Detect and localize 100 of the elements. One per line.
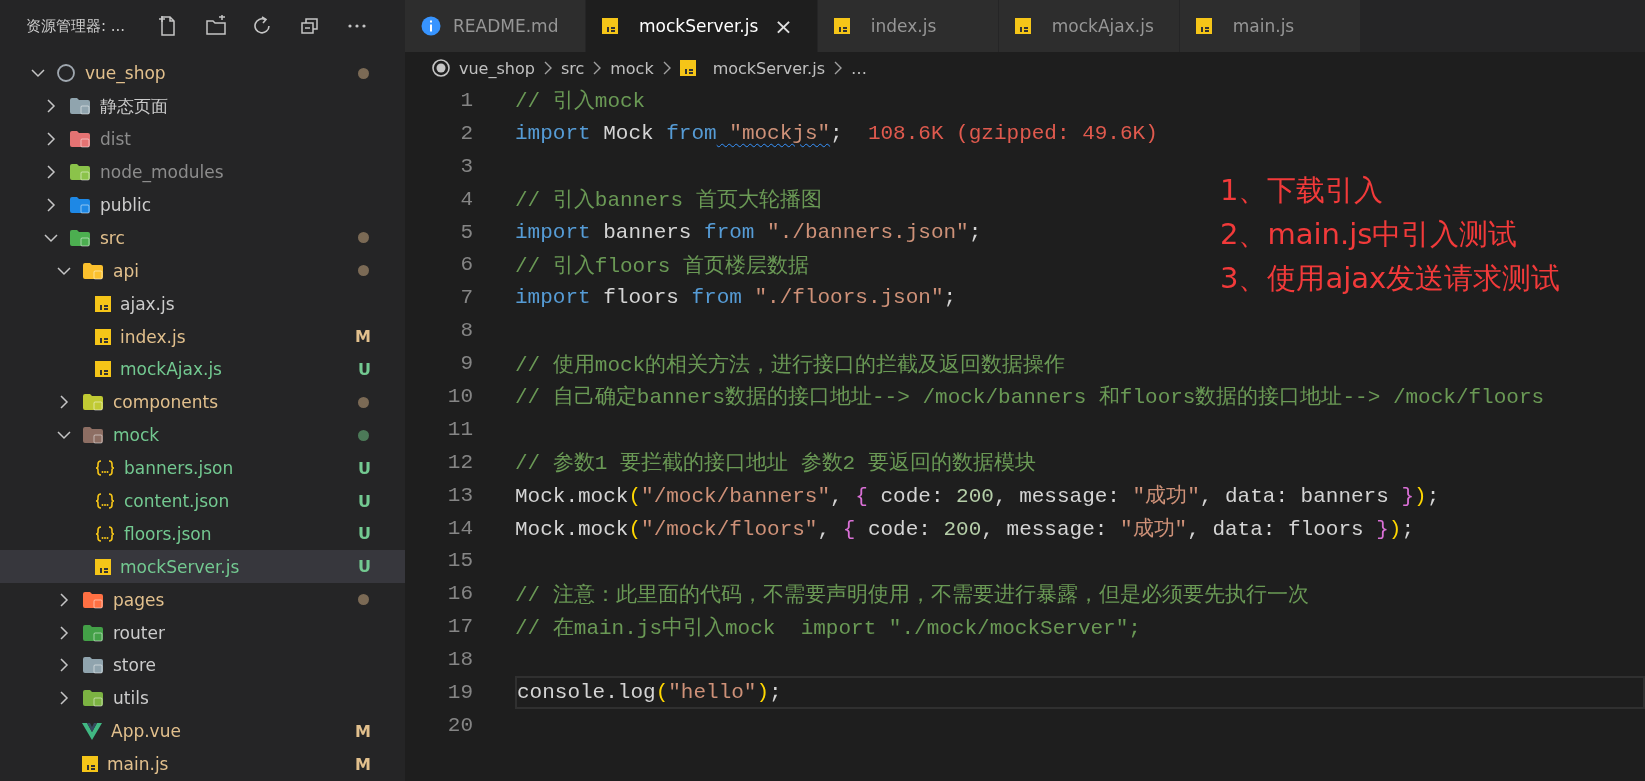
code-line: // 使用mock的相关方法，进行接口的拦截及返回数据操作 <box>515 352 1066 378</box>
editor-tab[interactable]: mockAjax.js <box>998 0 1180 52</box>
file-tree-item[interactable]: api <box>0 254 405 288</box>
line-number: 16 <box>446 582 473 606</box>
file-tree-item[interactable]: mock <box>0 418 405 452</box>
line-number: 3 <box>459 154 473 178</box>
git-status-letter: U <box>358 524 371 544</box>
code-line: import Mock from "mockjs"; 108.6K (gzipped: 49.6K) <box>515 121 1158 145</box>
breadcrumb-item[interactable]: vue_shop <box>459 58 535 78</box>
js-file-icon <box>679 60 696 76</box>
line-number: 9 <box>459 352 473 376</box>
file-tree-item[interactable]: mockServer.js U <box>0 550 405 584</box>
line-number: 1 <box>459 88 473 112</box>
file-tree-item[interactable]: vue_shop <box>0 57 405 90</box>
line-number: 12 <box>446 450 473 474</box>
line-number: 14 <box>446 516 473 540</box>
folder-icon <box>69 163 91 182</box>
file-tree-item[interactable]: components <box>0 385 405 419</box>
folder-icon <box>69 196 91 214</box>
braces-icon <box>95 525 115 542</box>
git-status-dot <box>358 67 369 79</box>
js-file-icon <box>1195 18 1212 34</box>
file-tree-item[interactable]: ajax.js <box>0 287 405 321</box>
git-status-dot <box>358 396 369 408</box>
editor-tab[interactable]: mockServer.js × <box>586 0 818 52</box>
line-number: 4 <box>459 187 473 211</box>
chevron-right-icon <box>592 61 603 75</box>
folder-icon <box>82 426 104 445</box>
file-tree-item[interactable]: index.js M <box>0 320 405 353</box>
file-tree-item[interactable]: 静态页面 <box>0 89 405 123</box>
explorer-title: 资源管理器: ... <box>26 16 126 36</box>
editor-tab[interactable]: main.js <box>1179 0 1361 52</box>
chevron-right-icon <box>542 61 553 75</box>
file-tree-item[interactable]: main.js M <box>0 747 405 781</box>
file-tree-item[interactable]: banners.json U <box>0 451 405 485</box>
file-tree-item[interactable]: App.vue M <box>0 714 405 748</box>
braces-icon <box>95 493 115 509</box>
line-number: 7 <box>459 286 473 310</box>
line-number: 8 <box>459 319 473 343</box>
breadcrumb-item[interactable]: … <box>851 58 867 78</box>
file-tree-item[interactable]: pages <box>0 583 405 617</box>
js-file-icon <box>95 558 111 575</box>
annotation-text: 2、main.js中引入测试 <box>1220 216 1519 253</box>
git-status-letter: U <box>358 557 371 577</box>
file-tree-item[interactable]: node_modules <box>0 155 405 189</box>
git-status-dot <box>358 265 369 277</box>
git-status-letter: U <box>358 491 371 511</box>
new-folder-icon[interactable] <box>205 15 228 37</box>
editor-tab[interactable]: README.md <box>405 0 586 52</box>
breadcrumb-item[interactable]: src <box>560 58 585 78</box>
git-status-letter: M <box>355 327 371 347</box>
file-tree-item[interactable]: dist <box>0 122 405 156</box>
v-logo-icon <box>82 722 102 741</box>
git-status-letter: U <box>358 359 371 379</box>
code-line: console.log("hello"); <box>517 680 782 704</box>
js-file-icon <box>95 295 111 312</box>
code-line: import floors from "./floors.json"; <box>515 286 957 310</box>
code-line: // 引入banners 首页大轮播图 <box>515 187 822 214</box>
breadcrumb-item[interactable]: mockServer.js <box>712 58 825 78</box>
circle-icon <box>56 63 76 84</box>
file-tree-item[interactable]: utils <box>0 681 405 715</box>
file-tree-item[interactable]: src <box>0 221 405 255</box>
file-tree-item[interactable]: store <box>0 649 405 682</box>
folder-icon <box>69 97 91 116</box>
line-number: 15 <box>446 549 473 573</box>
editor-tab[interactable]: index.js <box>817 0 999 52</box>
code-line: import banners from "./banners.json"; <box>515 220 982 244</box>
folder-icon <box>82 656 104 675</box>
git-status-letter: M <box>355 721 371 741</box>
js-file-icon <box>95 328 111 345</box>
js-file-icon <box>82 756 98 773</box>
folder-icon <box>82 393 104 412</box>
git-status-letter: U <box>358 458 371 478</box>
chevron-right-icon <box>833 61 843 75</box>
folder-icon <box>69 228 91 247</box>
code-line: // 在main.js中引入mock import "./mock/mockServer"; <box>515 615 1141 641</box>
file-tree-item[interactable]: public <box>0 188 405 222</box>
js-file-icon <box>95 361 111 378</box>
braces-icon <box>95 460 115 477</box>
line-number: 17 <box>446 615 473 639</box>
folder-icon <box>69 130 91 149</box>
line-number: 18 <box>446 648 473 672</box>
code-line: // 注意：此里面的代码，不需要声明使用，不需要进行暴露，但是必须要先执行一次 <box>515 582 1309 608</box>
git-status-dot <box>358 594 369 606</box>
code-line: Mock.mock("/mock/banners", { code: 200, message: "成功", data: banners }); <box>515 483 1440 510</box>
folder-icon <box>82 689 104 708</box>
line-number: 5 <box>459 220 473 244</box>
breadcrumb-item[interactable]: mock <box>610 58 654 78</box>
line-number: 20 <box>446 713 473 737</box>
file-tree-item[interactable]: content.json U <box>0 484 405 518</box>
chevron-right-icon <box>661 61 672 75</box>
git-status-dot <box>358 232 369 244</box>
folder-icon <box>82 590 104 609</box>
file-tree-item[interactable]: router <box>0 616 405 650</box>
code-line: Mock.mock("/mock/floors", { code: 200, message: "成功", data: floors }); <box>515 516 1415 542</box>
line-number: 19 <box>446 680 473 704</box>
close-button[interactable]: × <box>774 13 793 39</box>
file-tree-item[interactable]: mockAjax.js U <box>0 353 405 386</box>
js-file-icon <box>1014 18 1031 34</box>
file-tree-item[interactable]: floors.json U <box>0 517 405 551</box>
